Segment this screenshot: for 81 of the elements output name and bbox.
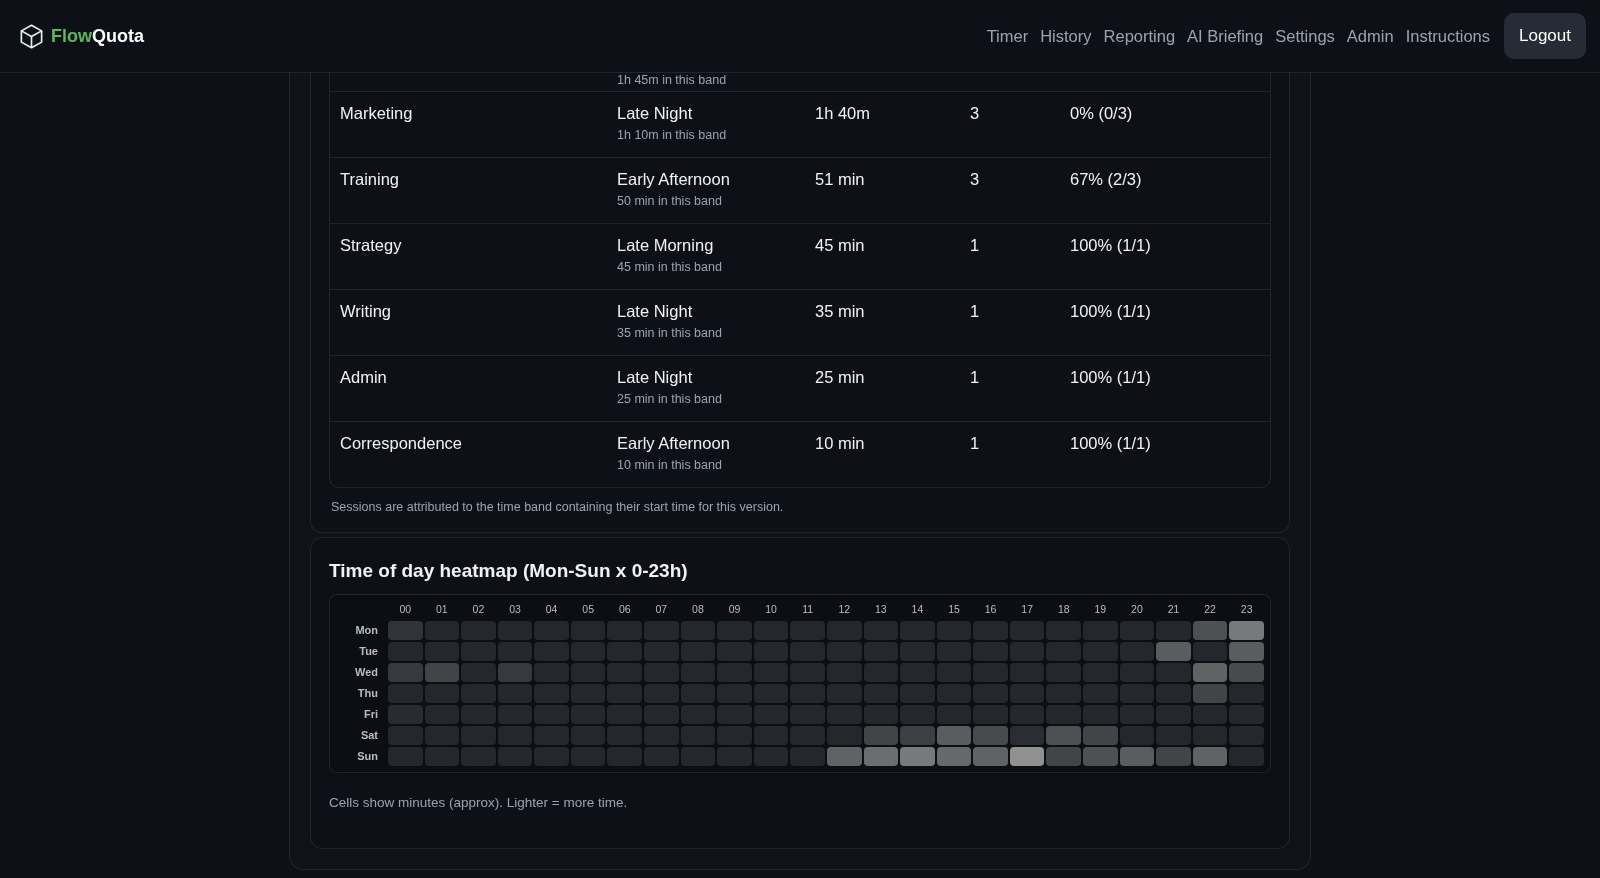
hour-label: 06 xyxy=(617,603,632,617)
day-label: Thu xyxy=(356,686,379,701)
completion-rate: 100% (1/1) xyxy=(1070,302,1152,322)
project-name: Correspondence xyxy=(340,434,463,454)
completion-rate: 0% (0/3) xyxy=(1070,104,1134,124)
hour-label: 09 xyxy=(727,603,742,617)
hour-label: 05 xyxy=(581,603,596,617)
day-label: Fri xyxy=(362,707,379,722)
hour-label: 01 xyxy=(435,603,449,617)
project-name: Training xyxy=(340,170,400,190)
hour-label: 10 xyxy=(764,603,778,617)
nav-link[interactable]: Reporting xyxy=(1103,26,1176,46)
band-label: Late Night xyxy=(617,104,694,123)
total-time: 35 min xyxy=(815,302,866,322)
completion-rate: 100% (1/1) xyxy=(1070,236,1152,256)
band-label: Late Night xyxy=(617,302,694,321)
completion-rate: 67% (2/3) xyxy=(1070,170,1143,190)
band-note: 35 min in this band xyxy=(617,326,723,340)
nav-link[interactable]: Admin xyxy=(1346,26,1394,46)
brand-name[interactable]: FlowQuota xyxy=(51,25,144,47)
hour-label: 18 xyxy=(1056,603,1071,617)
total-time: 45 min xyxy=(815,236,866,256)
project-name: Admin xyxy=(340,368,388,388)
day-label: Mon xyxy=(354,623,379,638)
nav-link[interactable]: AI Briefing xyxy=(1187,26,1264,46)
band-note: 50 min in this band xyxy=(617,194,723,208)
hour-label: 00 xyxy=(398,603,413,617)
day-label: Sun xyxy=(356,749,379,764)
session-count: 3 xyxy=(970,170,981,190)
hour-label: 12 xyxy=(837,603,852,617)
session-count: 1 xyxy=(970,236,981,256)
hour-label: 21 xyxy=(1166,603,1181,617)
completion-rate: 100% (1/1) xyxy=(1070,368,1152,388)
day-label: Sat xyxy=(359,728,379,743)
hour-label: 20 xyxy=(1130,603,1144,617)
nav-link[interactable]: Settings xyxy=(1275,26,1335,46)
total-time: 10 min xyxy=(815,434,866,454)
hour-label: 15 xyxy=(947,603,961,617)
nav-link[interactable]: History xyxy=(1040,26,1092,46)
nav-link[interactable]: Timer xyxy=(986,26,1029,46)
hour-label: 11 xyxy=(801,603,815,617)
session-count: 3 xyxy=(970,104,981,124)
nav-link[interactable]: Instructions xyxy=(1405,26,1490,46)
completion-rate: 100% (1/1) xyxy=(1070,434,1152,454)
total-time: 1h 40m xyxy=(815,104,872,124)
hour-label: 04 xyxy=(544,603,559,617)
logout-button[interactable]: Logout xyxy=(1504,13,1586,59)
heatmap-caption: Cells show minutes (approx). Lighter = more time. xyxy=(329,795,629,810)
band-label: Late Night xyxy=(617,368,694,387)
hour-label: 16 xyxy=(983,603,998,617)
hour-label: 03 xyxy=(508,603,522,617)
band-note: 25 min in this band xyxy=(617,392,723,406)
hour-label: 22 xyxy=(1203,603,1217,617)
session-count: 1 xyxy=(970,368,981,388)
session-count: 1 xyxy=(970,434,981,454)
hour-label: 19 xyxy=(1093,603,1108,617)
project-name: Strategy xyxy=(340,236,403,256)
hour-label: 14 xyxy=(910,603,925,617)
footnote: Sessions are attributed to the time band containing their start time for this version. xyxy=(331,500,785,514)
total-time: 51 min xyxy=(815,170,866,190)
session-count: 1 xyxy=(970,302,981,322)
hour-label: 23 xyxy=(1239,603,1254,617)
band-label: Early Afternoon xyxy=(617,170,731,189)
cube-icon xyxy=(18,22,45,50)
band-label: Early Afternoon xyxy=(617,434,731,453)
hour-label: 17 xyxy=(1020,603,1035,617)
band-label: Late Morning xyxy=(617,236,715,255)
band-note: 1h 10m in this band xyxy=(617,128,728,142)
section-title: Time of day heatmap (Mon-Sun x 0-23h) xyxy=(329,560,689,582)
total-time: 25 min xyxy=(815,368,866,388)
hour-label: 07 xyxy=(654,603,669,617)
band-note: 1h 45m in this band xyxy=(617,73,728,87)
project-name: Writing xyxy=(340,302,393,322)
project-name: Marketing xyxy=(340,104,414,124)
day-label: Tue xyxy=(358,644,379,659)
band-note: 45 min in this band xyxy=(617,260,723,274)
hour-label: 02 xyxy=(471,603,486,617)
hour-label: 13 xyxy=(874,603,888,617)
band-note: 10 min in this band xyxy=(617,458,723,472)
hour-label: 08 xyxy=(691,603,705,617)
day-label: Wed xyxy=(353,665,379,680)
